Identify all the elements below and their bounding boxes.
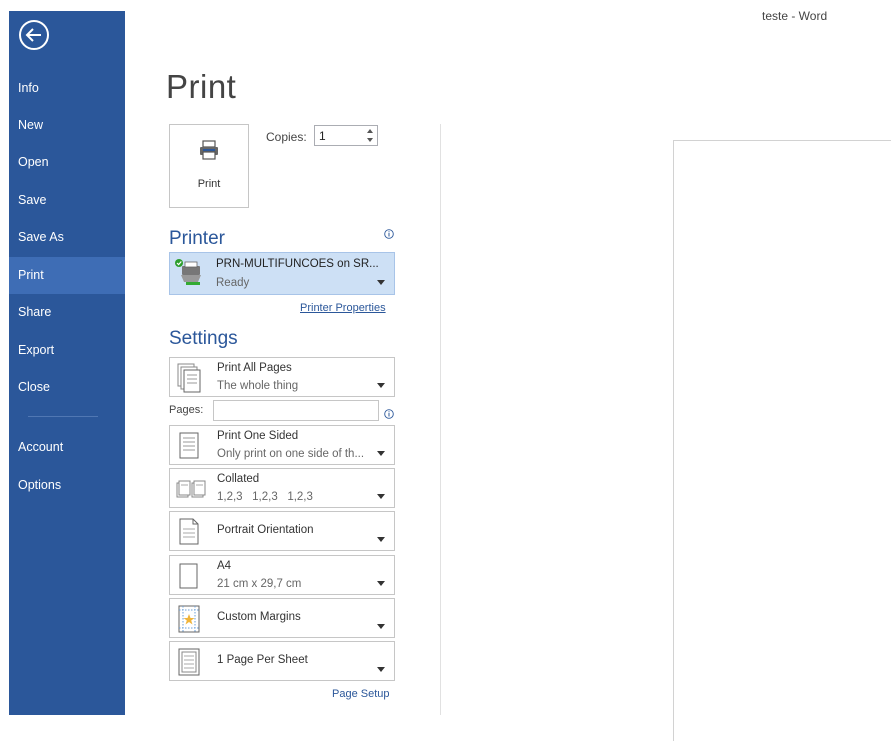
- pages-per-sheet-dropdown[interactable]: 1 Page Per Sheet: [169, 641, 395, 681]
- sidebar-item-new[interactable]: New: [9, 107, 125, 144]
- print-preview-page: [673, 140, 891, 741]
- sides-description: Only print on one side of th...: [217, 448, 365, 460]
- collation-dropdown[interactable]: Collated 1,2,3 1,2,3 1,2,3: [169, 468, 395, 508]
- print-range-description: The whole thing: [217, 380, 299, 392]
- sidebar-item-info[interactable]: Info: [9, 70, 125, 107]
- orientation-label: Portrait Orientation: [217, 524, 314, 536]
- margins-label: Custom Margins: [217, 611, 301, 623]
- printer-icon: [198, 139, 220, 166]
- print-button-label: Print: [197, 178, 221, 190]
- settings-section-title: Settings: [169, 328, 238, 349]
- panel-divider: [440, 124, 441, 715]
- back-arrow-icon[interactable]: [18, 19, 50, 51]
- paper-size-icon: [176, 561, 202, 596]
- printer-ready-icon: [174, 258, 206, 293]
- sidebar-item-options[interactable]: Options: [9, 467, 125, 504]
- sidebar-item-save[interactable]: Save: [9, 182, 125, 219]
- collation-description: 1,2,3 1,2,3 1,2,3: [217, 491, 313, 503]
- sidebar-item-share[interactable]: Share: [9, 294, 125, 331]
- collated-pages-icon: [176, 474, 208, 509]
- sidebar-item-open[interactable]: Open: [9, 144, 125, 181]
- window-edge: [0, 0, 9, 715]
- chevron-down-icon: [377, 375, 385, 393]
- sidebar-item-account[interactable]: Account: [9, 429, 125, 466]
- printer-dropdown[interactable]: PRN-MULTIFUNCOES on SR... Ready: [169, 252, 395, 295]
- sides-dropdown[interactable]: Print One Sided Only print on one side o…: [169, 425, 395, 465]
- sidebar-item-close[interactable]: Close: [9, 369, 125, 406]
- chevron-down-icon: [377, 573, 385, 591]
- printer-name: PRN-MULTIFUNCOES on SR...: [216, 258, 379, 270]
- printer-status: Ready: [216, 277, 250, 289]
- copies-stepper[interactable]: 1: [314, 125, 378, 146]
- info-icon[interactable]: [384, 406, 394, 419]
- pages-per-sheet-label: 1 Page Per Sheet: [217, 654, 308, 666]
- chevron-down-icon: [377, 659, 385, 677]
- paper-size-label: A4: [217, 560, 232, 572]
- chevron-down-icon: [377, 486, 385, 504]
- printer-properties-link[interactable]: Printer Properties: [300, 302, 386, 314]
- sidebar-item-export[interactable]: Export: [9, 332, 125, 369]
- print-range-dropdown[interactable]: Print All Pages The whole thing: [169, 357, 395, 397]
- info-icon[interactable]: [384, 226, 394, 239]
- copies-label: Copies:: [266, 130, 307, 144]
- copies-spinner-icon[interactable]: [363, 126, 377, 145]
- pages-stack-icon: [176, 363, 202, 398]
- paper-size-dropdown[interactable]: A4 21 cm x 29,7 cm: [169, 555, 395, 595]
- collation-label: Collated: [217, 473, 260, 485]
- paper-size-description: 21 cm x 29,7 cm: [217, 578, 302, 590]
- sidebar-item-print[interactable]: Print: [9, 257, 125, 294]
- copies-value[interactable]: 1: [319, 129, 326, 143]
- margins-dropdown[interactable]: Custom Margins: [169, 598, 395, 638]
- chevron-down-icon: [377, 272, 385, 290]
- backstage-sidebar: Info New Open Save Save As Print Share E…: [9, 11, 125, 715]
- portrait-page-icon: [176, 517, 202, 552]
- window-title: teste - Word: [762, 9, 828, 23]
- pages-input[interactable]: [213, 400, 379, 421]
- pages-label: Pages:: [169, 404, 204, 416]
- page-per-sheet-icon: [176, 647, 202, 682]
- chevron-down-icon: [377, 616, 385, 634]
- chevron-down-icon: [377, 529, 385, 547]
- print-button[interactable]: Print: [169, 124, 249, 208]
- print-range-label: Print All Pages: [217, 362, 292, 374]
- sidebar-divider: [28, 416, 98, 417]
- custom-margins-icon: [176, 604, 202, 639]
- chevron-down-icon: [377, 443, 385, 461]
- one-sided-page-icon: [176, 431, 202, 466]
- printer-section-title: Printer: [169, 228, 225, 249]
- sidebar-item-save-as[interactable]: Save As: [9, 219, 125, 256]
- sides-label: Print One Sided: [217, 430, 299, 442]
- page-setup-link[interactable]: Page Setup: [332, 688, 390, 700]
- orientation-dropdown[interactable]: Portrait Orientation: [169, 511, 395, 551]
- page-title: Print: [166, 68, 237, 105]
